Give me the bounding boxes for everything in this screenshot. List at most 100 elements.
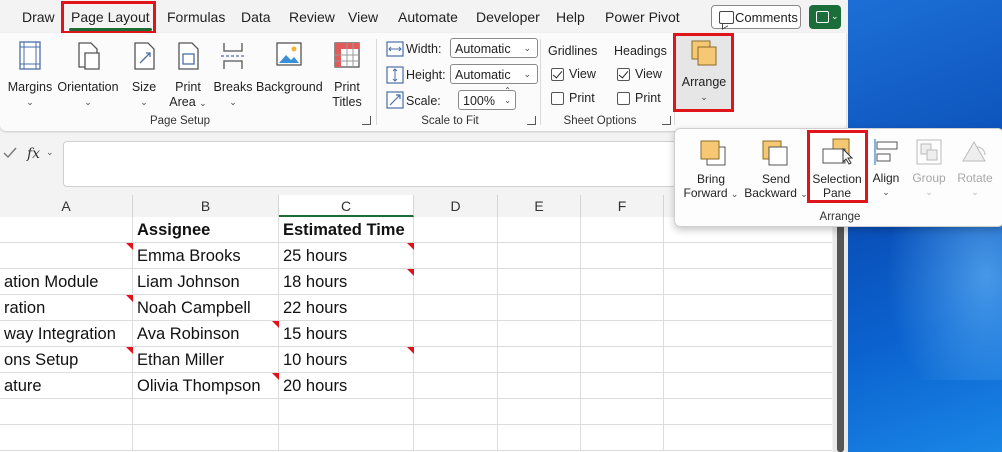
cell-b[interactable]: Liam Johnson: [133, 269, 279, 295]
comment-indicator[interactable]: [126, 295, 133, 302]
cell-e[interactable]: [498, 373, 581, 399]
cell-a[interactable]: ons Setup: [0, 347, 133, 373]
cell-b[interactable]: [133, 399, 279, 425]
vertical-scrollbar[interactable]: [833, 195, 848, 452]
cell-f[interactable]: [581, 269, 664, 295]
selection-pane-button[interactable]: Selection Pane: [811, 133, 863, 203]
cell-f[interactable]: [581, 243, 664, 269]
tab-developer[interactable]: Developer: [474, 6, 542, 28]
page-setup-dialog-launcher[interactable]: [362, 116, 371, 125]
print-area-button[interactable]: Print Area ⌄: [166, 39, 210, 109]
cell-e[interactable]: [498, 321, 581, 347]
tab-power-pivot[interactable]: Power Pivot: [603, 6, 682, 28]
cell-d[interactable]: [414, 373, 498, 399]
cell-a[interactable]: [0, 399, 133, 425]
cell-c[interactable]: 10 hours: [279, 347, 414, 373]
print-titles-button[interactable]: Print Titles: [324, 39, 370, 109]
cell-f[interactable]: [581, 217, 664, 243]
cell-e[interactable]: [498, 243, 581, 269]
cell-b[interactable]: Ethan Miller: [133, 347, 279, 373]
column-header-f[interactable]: F: [581, 195, 664, 217]
rotate-button[interactable]: Rotate ⌄: [953, 135, 997, 205]
tab-help[interactable]: Help: [554, 6, 587, 28]
cell-b[interactable]: Emma Brooks: [133, 243, 279, 269]
arrange-button[interactable]: Arrange ⌄: [676, 35, 732, 111]
comment-indicator[interactable]: [272, 373, 279, 380]
comment-indicator[interactable]: [407, 243, 414, 250]
column-header-c[interactable]: C: [279, 195, 414, 217]
column-header-e[interactable]: E: [498, 195, 581, 217]
size-button[interactable]: Size ⌄: [126, 39, 162, 107]
background-button[interactable]: Background: [256, 39, 323, 105]
cell-d[interactable]: [414, 425, 498, 451]
cell-f[interactable]: [581, 425, 664, 451]
cell-c[interactable]: 20 hours: [279, 373, 414, 399]
cell-c[interactable]: 18 hours: [279, 269, 414, 295]
tab-automate[interactable]: Automate: [396, 6, 460, 28]
tab-review[interactable]: Review: [287, 6, 337, 28]
cell-c[interactable]: [279, 425, 414, 451]
send-backward-button[interactable]: Send Backward ⌄: [743, 135, 809, 205]
cell-d[interactable]: [414, 243, 498, 269]
cell-a[interactable]: way Integration: [0, 321, 133, 347]
comment-indicator[interactable]: [272, 321, 279, 328]
share-button[interactable]: ⌄: [809, 5, 841, 29]
height-dropdown[interactable]: Automatic ⌄: [450, 64, 538, 84]
gridlines-print-checkbox[interactable]: [551, 92, 564, 105]
column-header-b[interactable]: B: [133, 195, 279, 217]
comments-button[interactable]: Comments: [711, 5, 801, 29]
tab-data[interactable]: Data: [239, 6, 273, 28]
bring-forward-button[interactable]: Bring Forward ⌄: [679, 135, 743, 205]
cell-e[interactable]: [498, 217, 581, 243]
cell-e[interactable]: [498, 399, 581, 425]
cell-e[interactable]: [498, 269, 581, 295]
cell-d[interactable]: [414, 269, 498, 295]
headings-view-checkbox[interactable]: [617, 68, 630, 81]
cell-f[interactable]: [581, 373, 664, 399]
cell-d[interactable]: [414, 347, 498, 373]
cell-f[interactable]: [581, 399, 664, 425]
headings-print-checkbox[interactable]: [617, 92, 630, 105]
comment-indicator[interactable]: [407, 269, 414, 276]
cell-d[interactable]: [414, 295, 498, 321]
cell-a[interactable]: [0, 243, 133, 269]
comment-indicator[interactable]: [407, 347, 414, 354]
comment-indicator[interactable]: [126, 243, 133, 250]
cell-a[interactable]: ation Module: [0, 269, 133, 295]
cell-e[interactable]: [498, 295, 581, 321]
cell-a[interactable]: ature: [0, 373, 133, 399]
cell-b[interactable]: Ava Robinson: [133, 321, 279, 347]
spinner-arrows-icon[interactable]: ⌃ ⌄: [504, 86, 511, 106]
cell-c[interactable]: 22 hours: [279, 295, 414, 321]
cell-c[interactable]: 25 hours: [279, 243, 414, 269]
cell-d[interactable]: [414, 217, 498, 243]
group-button[interactable]: Group ⌄: [909, 135, 949, 205]
cell-f[interactable]: [581, 321, 664, 347]
column-header-a[interactable]: A: [0, 195, 133, 217]
cell-d[interactable]: [414, 321, 498, 347]
margins-button[interactable]: Margins ⌄: [6, 39, 54, 107]
tab-formulas[interactable]: Formulas: [165, 6, 227, 28]
tab-draw[interactable]: Draw: [20, 6, 57, 28]
chevron-down-icon[interactable]: ⌄: [46, 147, 54, 158]
insert-function-button[interactable]: fx: [27, 146, 40, 162]
scale-spinner[interactable]: 100% ⌃ ⌄: [458, 86, 516, 110]
cell-b[interactable]: Assignee: [133, 217, 279, 243]
cell-c[interactable]: 15 hours: [279, 321, 414, 347]
cell-b[interactable]: [133, 425, 279, 451]
cell-a[interactable]: [0, 425, 133, 451]
cell-c[interactable]: Estimated Time: [279, 217, 414, 243]
width-dropdown[interactable]: Automatic ⌄: [450, 38, 538, 58]
cell-a[interactable]: [0, 217, 133, 243]
tab-view[interactable]: View: [346, 6, 380, 28]
tab-page-layout[interactable]: Page Layout: [69, 6, 152, 31]
cell-b[interactable]: Noah Campbell: [133, 295, 279, 321]
column-header-d[interactable]: D: [414, 195, 498, 217]
cell-e[interactable]: [498, 425, 581, 451]
cell-b[interactable]: Olivia Thompson: [133, 373, 279, 399]
cell-e[interactable]: [498, 347, 581, 373]
gridlines-view-checkbox[interactable]: [551, 68, 564, 81]
check-icon[interactable]: [2, 146, 18, 160]
cell-c[interactable]: [279, 399, 414, 425]
cell-f[interactable]: [581, 295, 664, 321]
